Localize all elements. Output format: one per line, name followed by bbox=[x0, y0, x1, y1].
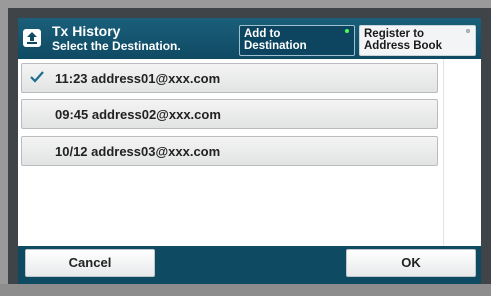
list-item[interactable]: 10/12 address03@xxx.com bbox=[21, 136, 438, 166]
scrollbar[interactable] bbox=[443, 59, 481, 246]
title-bar: Tx History Select the Destination. Add t… bbox=[18, 18, 481, 59]
ok-button[interactable]: OK bbox=[346, 249, 476, 277]
tab-register-to-address-book[interactable]: Register to Address Book bbox=[359, 25, 476, 56]
page-title: Tx History bbox=[52, 23, 121, 39]
back-arrow-icon[interactable] bbox=[23, 29, 41, 47]
list-item[interactable]: 09:45 address02@xxx.com bbox=[21, 99, 438, 129]
list-item[interactable]: 11:23 address01@xxx.com bbox=[21, 63, 438, 93]
tab-label-line2: Address Book bbox=[364, 40, 442, 52]
tab-add-to-destination[interactable]: Add to Destination bbox=[239, 25, 355, 56]
tab-register-label: Register to Address Book bbox=[364, 28, 442, 52]
tab-label-line2: Destination bbox=[244, 40, 307, 52]
tab-label-line1: Add to bbox=[244, 28, 281, 40]
unselected-indicator-icon bbox=[466, 29, 470, 33]
footer-bar: Cancel OK bbox=[18, 246, 481, 284]
checkmark-icon bbox=[30, 71, 44, 83]
touch-screen: Tx History Select the Destination. Add t… bbox=[18, 18, 481, 284]
cancel-button[interactable]: Cancel bbox=[25, 249, 155, 277]
history-list: 11:23 address01@xxx.com 09:45 address02@… bbox=[18, 59, 443, 246]
list-item-label: 11:23 address01@xxx.com bbox=[55, 71, 221, 86]
device-bottom-edge bbox=[0, 284, 491, 296]
list-item-label: 09:45 address02@xxx.com bbox=[55, 107, 221, 122]
tab-label-line1: Register to bbox=[364, 28, 425, 40]
list-item-label: 10/12 address03@xxx.com bbox=[55, 144, 221, 159]
tab-add-to-destination-label: Add to Destination bbox=[244, 28, 307, 52]
selected-indicator-icon bbox=[345, 29, 349, 33]
page-subtitle: Select the Destination. bbox=[52, 39, 181, 53]
